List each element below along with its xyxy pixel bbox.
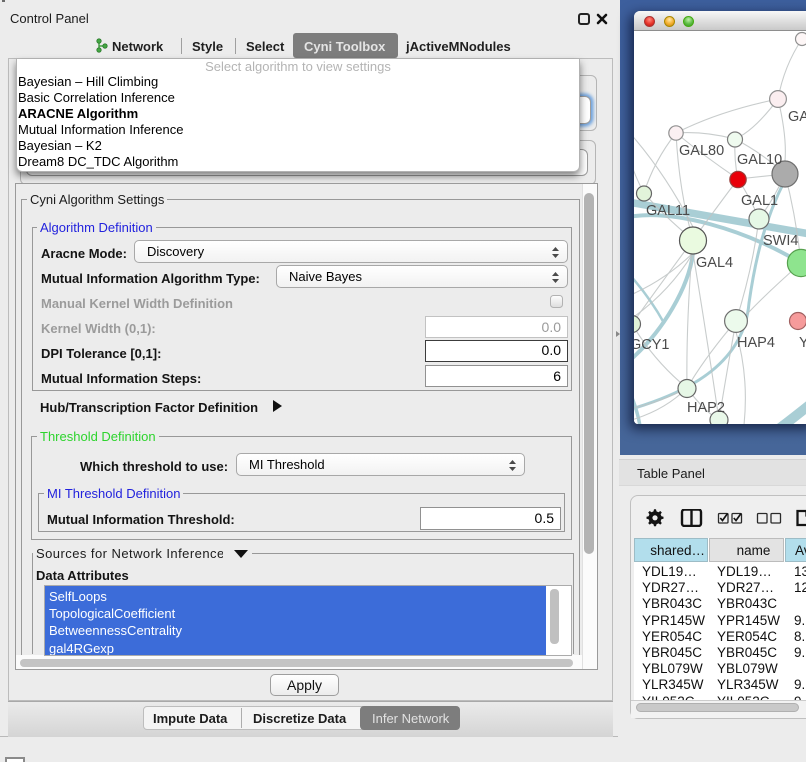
svg-text:YEL: YEL [799,335,806,351]
svg-text:HAP4: HAP4 [737,335,775,351]
svg-text:GAL10: GAL10 [737,152,782,168]
svg-text:GAL4: GAL4 [696,255,733,271]
svg-text:GAL80: GAL80 [679,143,724,159]
svg-text:GAL11: GAL11 [646,203,690,219]
svg-text:GAL1: GAL1 [741,193,778,209]
svg-text:SWI4: SWI4 [763,233,798,249]
svg-text:GAL2: GAL2 [788,109,806,125]
svg-text:GCY1: GCY1 [634,337,670,353]
svg-text:HAP2: HAP2 [687,400,725,416]
